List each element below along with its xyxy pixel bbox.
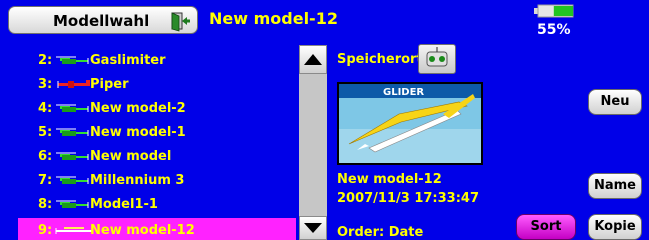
arrow-down-icon [304, 223, 322, 233]
list-item[interactable]: 7: Millennium 3 [18, 168, 296, 192]
model-number: 7: [38, 173, 53, 188]
model-number: 6: [38, 149, 53, 164]
scroll-up-button[interactable] [299, 45, 327, 74]
exit-icon[interactable] [169, 10, 191, 32]
storage-location-button[interactable] [418, 44, 456, 74]
model-number: 2: [38, 53, 53, 68]
model-list: 2: Gaslimiter 3: Piper 4: New model-2 5:… [0, 40, 296, 240]
list-item[interactable]: 3: Piper [18, 72, 296, 96]
model-name: Piper [90, 77, 129, 92]
sort-order-label: Order: Date [337, 225, 424, 240]
copy-model-button[interactable]: Kopie [588, 214, 642, 240]
glider-preview-illustration: GLIDER [339, 84, 481, 163]
model-number: 5: [38, 125, 53, 140]
list-item[interactable]: 6: New model [18, 144, 296, 168]
model-name: New model-12 [90, 223, 195, 238]
model-name: New model-1 [90, 125, 186, 140]
model-name: New model [90, 149, 172, 164]
selected-model-name: New model-12 [337, 172, 442, 187]
list-item[interactable]: 2: Gaslimiter [18, 48, 296, 72]
scroll-down-button[interactable] [299, 216, 327, 240]
screen-title: Modellwahl [53, 12, 150, 30]
battery-percent: 55% [537, 22, 571, 38]
model-number: 3: [38, 77, 53, 92]
rename-model-button[interactable]: Name [588, 173, 642, 199]
list-item[interactable]: 4: New model-2 [18, 96, 296, 120]
model-name: Model1-1 [90, 197, 158, 212]
selected-model-date: 2007/11/3 17:33:47 [337, 191, 480, 206]
model-number: 8: [38, 197, 53, 212]
title-bar: Modellwahl [8, 6, 198, 34]
new-model-button[interactable]: Neu [588, 89, 642, 115]
model-number: 4: [38, 101, 53, 116]
list-item[interactable]: 5: New model-1 [18, 120, 296, 144]
list-item-selected[interactable]: 9: New model-12 [18, 218, 296, 240]
model-number: 9: [38, 223, 53, 238]
current-model-name: New model-12 [209, 9, 338, 28]
model-name: Millennium 3 [90, 173, 185, 188]
list-item[interactable]: 8: Model1-1 [18, 192, 296, 216]
list-scrollbar[interactable] [299, 45, 327, 240]
model-select-screen: Modellwahl New model-12 55% 2: Gaslimite… [0, 0, 649, 240]
storage-location-label: Speicherort [337, 52, 423, 67]
model-name: New model-2 [90, 101, 186, 116]
scroll-track[interactable] [299, 74, 327, 216]
sort-button[interactable]: Sort [516, 214, 576, 240]
battery-icon [534, 4, 574, 18]
model-name: Gaslimiter [90, 53, 166, 68]
preview-caption: GLIDER [383, 87, 424, 98]
header-bar: Modellwahl New model-12 55% [0, 0, 649, 40]
transmitter-icon [426, 47, 448, 67]
model-preview-image: GLIDER [337, 82, 483, 165]
arrow-up-icon [304, 54, 322, 65]
